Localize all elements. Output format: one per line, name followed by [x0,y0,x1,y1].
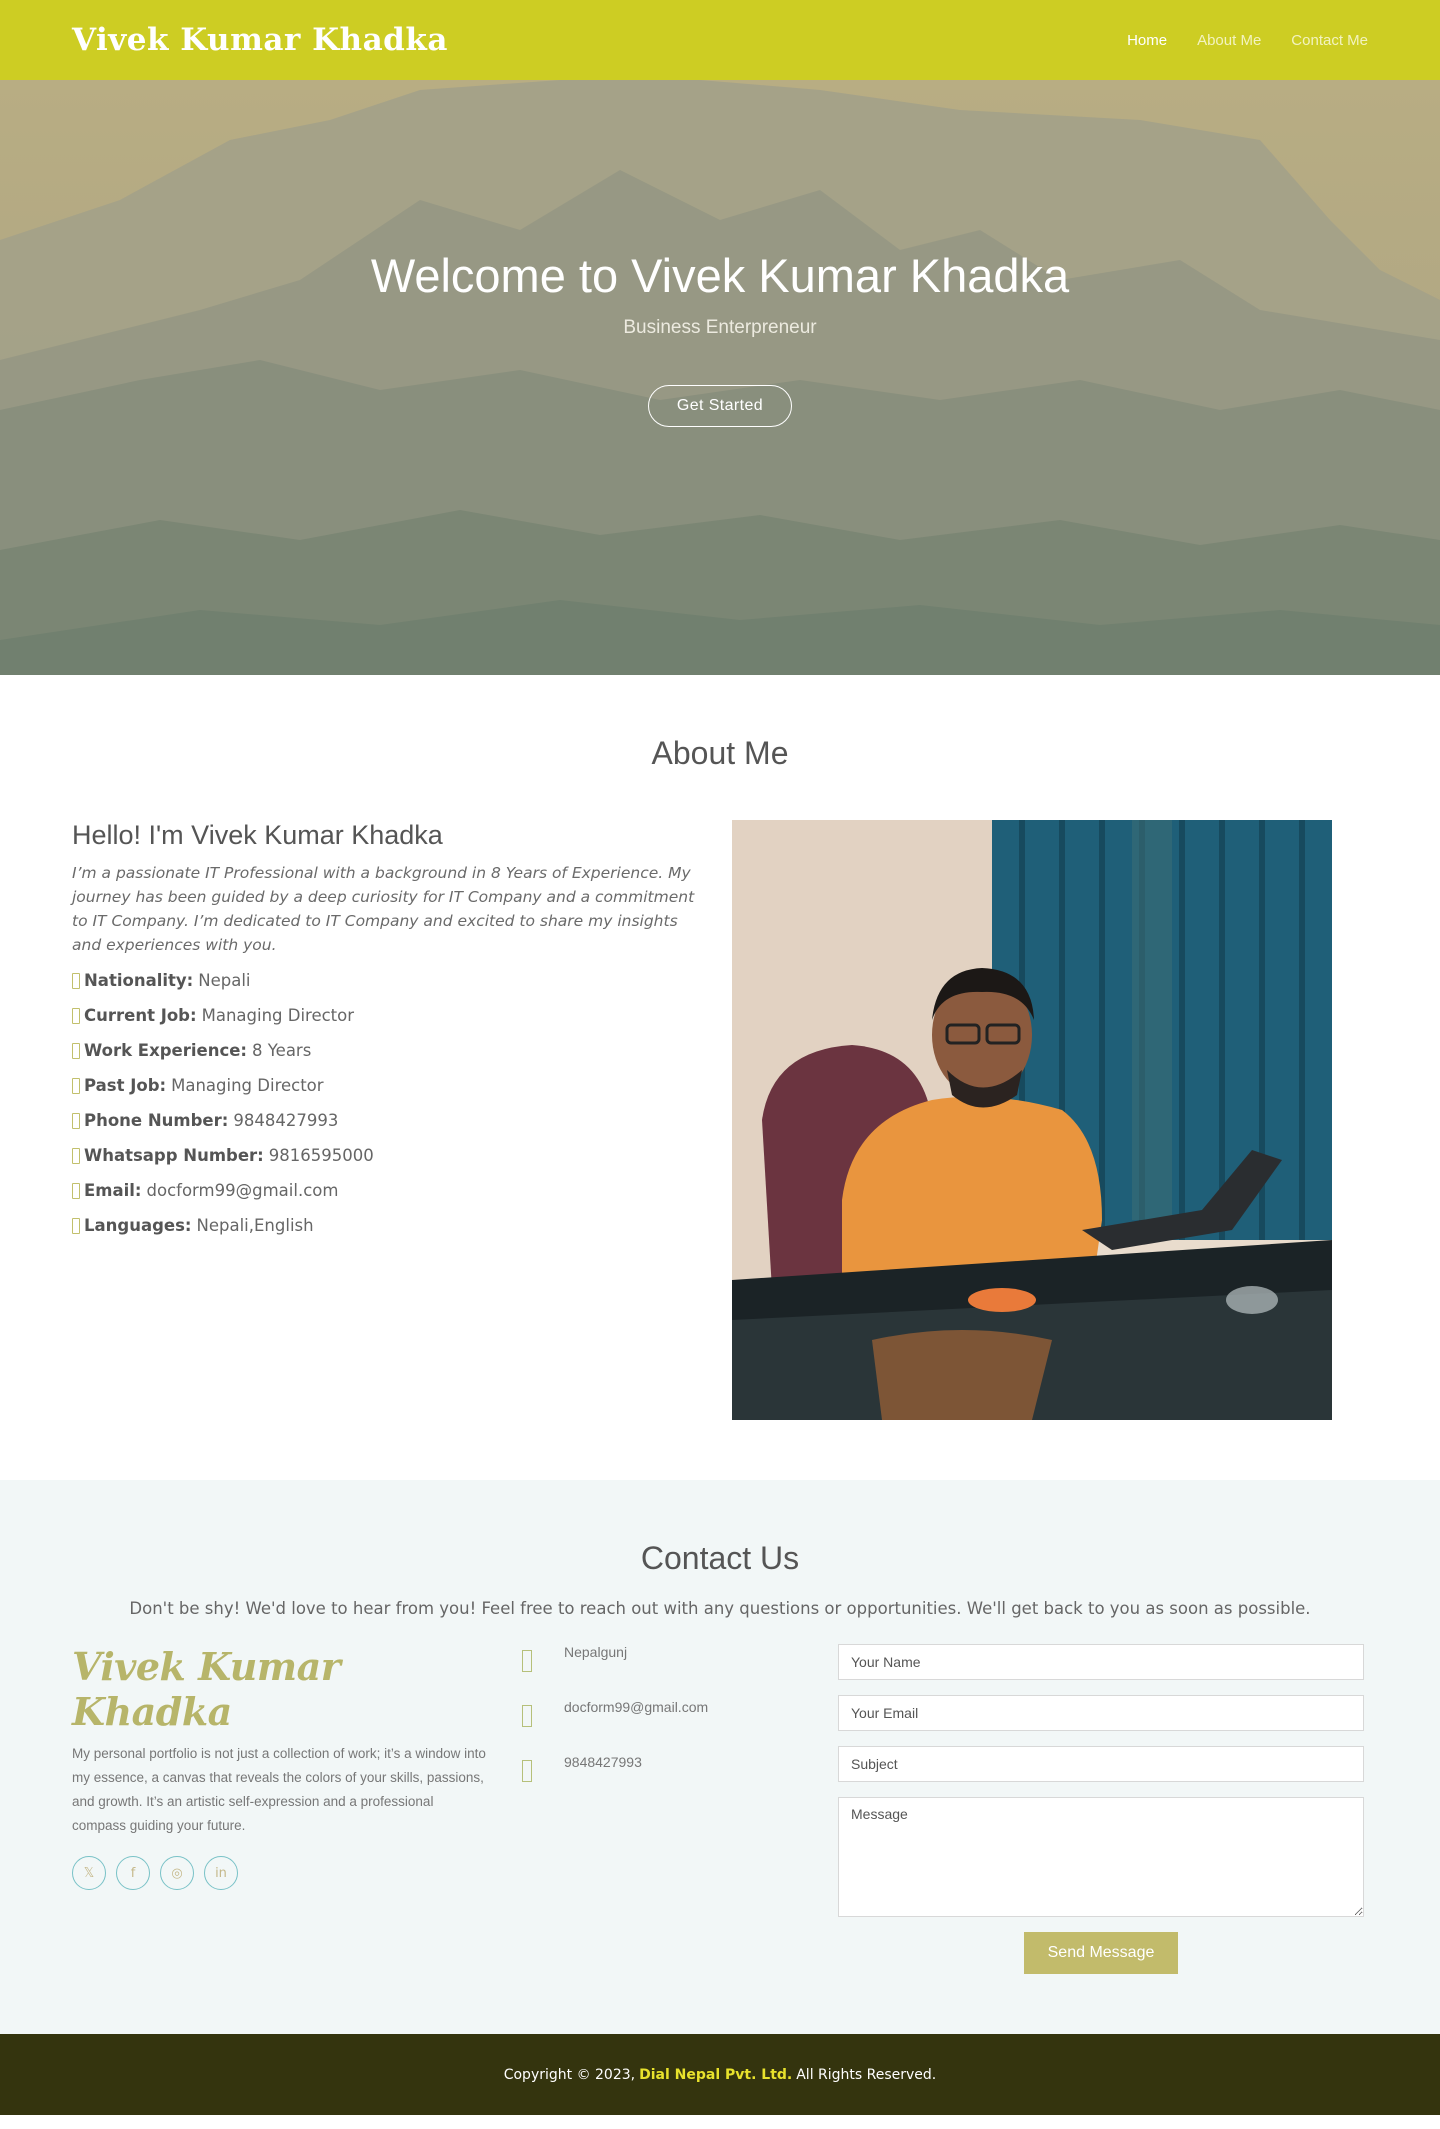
chevron-right-icon [72,1043,80,1059]
info-email: docform99@gmail.com [522,1699,818,1727]
fact-value: docform99@gmail.com [146,1181,339,1200]
chevron-right-icon [72,1218,80,1234]
fact-languages: Languages: Nepali,English [72,1216,708,1236]
nav-about-me[interactable]: About Me [1197,32,1261,49]
fact-value: Managing Director [171,1076,324,1095]
fact-label: Current Job: [84,1006,197,1025]
subject-input[interactable] [838,1746,1364,1782]
phone-icon [522,1760,532,1782]
footer-company-link[interactable]: Dial Nepal Pvt. Ltd. [639,2067,792,2083]
contact-section: Contact Us Don't be shy! We'd love to he… [0,1480,1440,2034]
hero-title: Welcome to Vivek Kumar Khadka [370,249,1070,302]
social-links: 𝕏 f ◎ in [72,1856,488,1890]
info-phone: 9848427993 [522,1754,818,1782]
contact-form: Send Message [838,1644,1364,1974]
fact-label: Nationality: [84,971,194,990]
chevron-right-icon [72,1113,80,1129]
nav-contact-me[interactable]: Contact Me [1291,32,1368,49]
about-section-title: About Me [651,735,789,771]
site-brand[interactable]: Vivek Kumar Khadka [72,22,448,58]
chevron-right-icon [72,1148,80,1164]
send-message-button[interactable]: Send Message [1023,1932,1179,1974]
fact-whatsapp: Whatsapp Number: 9816595000 [72,1146,708,1166]
about-text-column: Hello! I'm Vivek Kumar Khadka I’m a pass… [72,820,708,1420]
location-text: Nepalgunj [564,1644,628,1660]
fact-value: Managing Director [201,1006,355,1025]
info-location: Nepalgunj [522,1644,818,1672]
contact-section-title: Contact Us [640,1540,800,1576]
facts-list: Nationality: Nepali Current Job: Managing … [72,971,708,1236]
fact-phone: Phone Number: 9848427993 [72,1111,708,1131]
site-header: Vivek Kumar Khadka Home About Me Contact… [0,0,1440,80]
fact-label: Past Job: [84,1076,167,1095]
email-text[interactable]: docform99@gmail.com [564,1699,708,1715]
message-textarea[interactable] [838,1797,1364,1917]
contact-brand-text: My personal portfolio is not just a coll… [72,1746,486,1833]
fact-label: Phone Number: [84,1111,229,1130]
nav-home[interactable]: Home [1127,32,1167,49]
fact-value: Nepali,English [196,1216,314,1235]
hero-subtitle: Business Enterpreneur [623,317,817,338]
fact-nationality: Nationality: Nepali [72,971,708,991]
email-input[interactable] [838,1695,1364,1731]
chevron-right-icon [72,1183,80,1199]
chevron-right-icon [72,1008,80,1024]
linkedin-icon[interactable]: in [204,1856,238,1890]
hero-section: Welcome to Vivek Kumar Khadka Business E… [0,80,1440,675]
contact-brand-title: Vivek Kumar Khadka [72,1644,341,1734]
contact-info-column: Nepalgunj docform99@gmail.com 9848427993 [488,1644,818,1974]
contact-brand-column: Vivek Kumar Khadka My personal portfolio… [72,1644,488,1974]
footer-copyright-prefix: Copyright © 2023, [503,2066,636,2083]
about-photo-column [732,820,1332,1420]
phone-text[interactable]: 9848427993 [564,1754,642,1770]
email-icon [522,1705,532,1727]
about-section: About Me Hello! I'm Vivek Kumar Khadka I… [0,675,1440,1480]
contact-description: Don't be shy! We'd love to hear from you… [129,1599,1311,1618]
profile-photo [732,820,1332,1420]
main-nav: Home About Me Contact Me [1127,32,1368,49]
site-footer: Copyright © 2023, Dial Nepal Pvt. Ltd. A… [0,2034,1440,2115]
fact-past-job: Past Job: Managing Director [72,1076,708,1096]
fact-label: Languages: [84,1216,192,1235]
instagram-icon[interactable]: ◎ [160,1856,194,1890]
fact-value: Nepali [198,971,251,990]
hero-content: Welcome to Vivek Kumar Khadka Business E… [371,248,1069,427]
fact-value: 8 Years [252,1041,312,1060]
fact-label: Work Experience: [84,1041,248,1060]
facebook-icon[interactable]: f [116,1856,150,1890]
twitter-icon[interactable]: 𝕏 [72,1856,106,1890]
fact-work-experience: Work Experience: 8 Years [72,1041,708,1061]
fact-current-job: Current Job: Managing Director [72,1006,708,1026]
fact-email: Email: docform99@gmail.com [72,1181,708,1201]
chevron-right-icon [72,1078,80,1094]
location-icon [522,1650,532,1672]
fact-value: 9816595000 [268,1146,374,1165]
fact-label: Whatsapp Number: [84,1146,264,1165]
about-heading: Hello! I'm Vivek Kumar Khadka [72,820,443,850]
name-input[interactable] [838,1644,1364,1680]
fact-label: Email: [84,1181,142,1200]
chevron-right-icon [72,973,80,989]
footer-copyright-suffix: All Rights Reserved. [796,2066,937,2083]
fact-value: 9848427993 [233,1111,339,1130]
about-intro: I’m a passionate IT Professional with a … [72,864,695,954]
get-started-button[interactable]: Get Started [647,385,793,427]
